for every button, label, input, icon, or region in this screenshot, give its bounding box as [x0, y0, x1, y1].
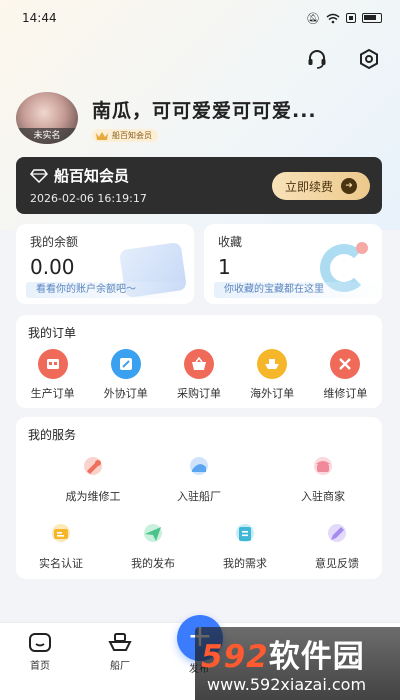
- balance-value: 0.00: [30, 255, 75, 279]
- verification-tag: 未实名: [16, 128, 78, 144]
- vip-card[interactable]: 船百知会员 2026-02-06 16:19:17 立即续费 ➜: [16, 157, 382, 214]
- service-become-repairer[interactable]: 成为维修工: [48, 454, 138, 504]
- watermark-brand-text: 软件园: [268, 639, 365, 675]
- favorites-value: 1: [218, 255, 231, 279]
- services-grid: 成为维修工 入驻船厂 入驻商家 实名认证 我的发布 我的需求 意见反馈: [16, 417, 382, 579]
- status-bar: 14:44 🔕︎: [0, 0, 400, 36]
- balance-label: 我的余额: [30, 235, 79, 249]
- order-outsourcing[interactable]: 外协订单: [89, 349, 162, 401]
- service-feedback[interactable]: 意见反馈: [292, 521, 382, 571]
- service-label: 意见反馈: [315, 557, 359, 570]
- avatar[interactable]: 未实名: [16, 92, 78, 144]
- service-join-shipyard[interactable]: 入驻船厂: [154, 454, 244, 504]
- crown-icon: [96, 131, 108, 140]
- user-name[interactable]: 南瓜，可可爱爱可可爱...: [92, 96, 317, 123]
- order-label: 采购订单: [176, 387, 221, 400]
- ship-icon: [257, 349, 288, 379]
- watermark: 592软件园 www.592xiazai.com: [195, 627, 400, 700]
- factory-icon: [37, 349, 68, 379]
- wifi-icon: [326, 13, 340, 23]
- favorites-hint: 你收藏的宝藏都在这里: [214, 282, 382, 298]
- settings-icon[interactable]: [356, 46, 382, 72]
- service-label: 实名认证: [39, 557, 83, 570]
- order-label: 海外订单: [250, 387, 295, 400]
- renew-label: 立即续费: [284, 179, 333, 194]
- service-label: 入驻船厂: [177, 490, 221, 503]
- customer-service-icon[interactable]: [304, 46, 330, 72]
- ship-icon: [108, 633, 132, 651]
- service-label: 我的需求: [223, 557, 267, 570]
- order-overseas[interactable]: 海外订单: [236, 349, 309, 401]
- tab-shipyard[interactable]: 船厂: [90, 631, 150, 672]
- order-repair[interactable]: 维修订单: [309, 349, 382, 401]
- order-label: 生产订单: [30, 387, 75, 400]
- dock-icon: [186, 454, 212, 480]
- tools-icon: [330, 349, 361, 379]
- store-icon: [310, 454, 336, 480]
- watermark-brand-num: 592: [201, 639, 269, 675]
- wrench-icon: [80, 454, 106, 480]
- service-my-needs[interactable]: 我的需求: [200, 521, 290, 571]
- id-card-icon: [48, 521, 74, 547]
- sim-icon: [346, 13, 356, 23]
- orders-section: 我的订单 生产订单 外协订单 采购订单 海外订单 维修订单: [16, 315, 382, 408]
- order-production[interactable]: 生产订单: [16, 349, 89, 401]
- order-label: 外协订单: [103, 387, 148, 400]
- services-section: 我的服务 成为维修工 入驻船厂 入驻商家 实名认证 我的发布 我的需求 意见反馈: [16, 417, 382, 579]
- basket-icon: [183, 349, 214, 379]
- service-join-merchant[interactable]: 入驻商家: [278, 454, 368, 504]
- renew-button[interactable]: 立即续费 ➜: [272, 172, 370, 200]
- watermark-brand: 592软件园: [201, 631, 365, 676]
- watermark-url: www.592xiazai.com: [207, 675, 367, 694]
- status-icons: 🔕︎: [306, 12, 382, 25]
- status-time: 14:44: [22, 11, 57, 25]
- order-purchase[interactable]: 采购订单: [162, 349, 235, 401]
- favorites-label: 收藏: [218, 235, 243, 249]
- service-label: 入驻商家: [301, 490, 345, 503]
- order-row: 生产订单 外协订单 采购订单 海外订单 维修订单: [16, 349, 382, 401]
- vip-title-text: 船百知会员: [54, 167, 130, 185]
- battery-icon: [362, 13, 382, 23]
- vip-expire-time: 2026-02-06 16:19:17: [30, 192, 147, 205]
- favorites-card[interactable]: 收藏 1 你收藏的宝藏都在这里: [204, 224, 382, 304]
- balance-card[interactable]: 我的余额 0.00 看看你的账户余额吧～: [16, 224, 194, 304]
- member-badge: 船百知会员: [92, 129, 158, 142]
- member-badge-label: 船百知会员: [112, 131, 152, 140]
- tab-home[interactable]: 首页: [10, 631, 70, 672]
- arrow-right-icon: ➜: [341, 178, 357, 194]
- balance-hint: 看看你的账户余额吧～: [26, 282, 194, 298]
- top-actions: [304, 46, 382, 72]
- home-icon: [29, 633, 51, 652]
- profile-info: 南瓜，可可爱爱可可爱... 船百知会员: [92, 96, 317, 145]
- tab-shipyard-label: 船厂: [110, 661, 130, 672]
- service-real-name[interactable]: 实名认证: [16, 521, 106, 571]
- order-label: 维修订单: [323, 387, 368, 400]
- service-label: 我的发布: [131, 557, 175, 570]
- pen-icon: [324, 521, 350, 547]
- service-my-posts[interactable]: 我的发布: [108, 521, 198, 571]
- vip-title: 船百知会员: [30, 165, 129, 186]
- diamond-icon: [30, 168, 48, 183]
- profile-header: 未实名 南瓜，可可爱爱可可爱... 船百知会员: [16, 92, 317, 145]
- send-icon: [140, 521, 166, 547]
- mute-icon: 🔕︎: [306, 11, 320, 25]
- orders-title: 我的订单: [28, 326, 77, 340]
- list-icon: [232, 521, 258, 547]
- tab-home-label: 首页: [30, 661, 50, 672]
- service-label: 成为维修工: [65, 490, 121, 503]
- favorites-decor-dot: [356, 242, 368, 254]
- edit-icon: [110, 349, 141, 379]
